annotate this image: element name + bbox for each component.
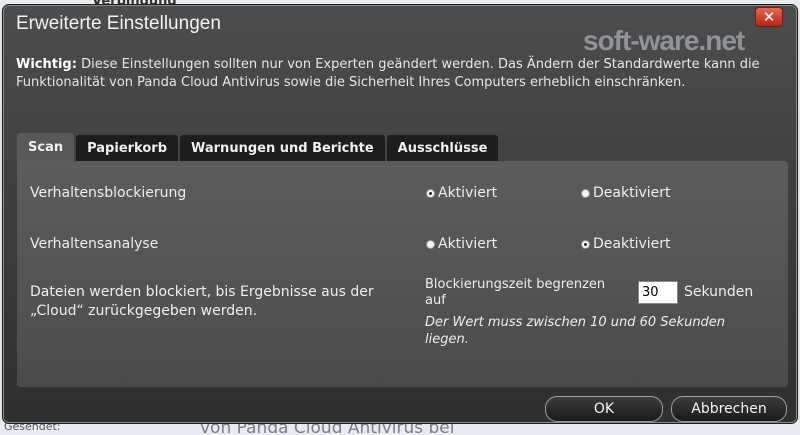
seconds-unit-label: Sekunden [684, 284, 754, 300]
radio-selected-icon [426, 188, 435, 198]
blocking-limit-label: Blockierungszeit begrenzen auf [425, 277, 606, 308]
radio-label: Aktiviert [438, 236, 498, 252]
blocking-seconds-input[interactable]: 30 [638, 281, 678, 304]
dialog-title: Erweiterte Einstellungen [16, 13, 221, 34]
behavior-analysis-on-radio[interactable]: Aktiviert [426, 236, 497, 252]
radio-selected-icon [581, 239, 590, 249]
radio-label: Deaktiviert [593, 236, 671, 252]
radio-label: Deaktiviert [593, 185, 671, 201]
ok-button[interactable]: OK [545, 396, 663, 422]
behavior-blocking-on-radio[interactable]: Aktiviert [426, 185, 497, 201]
watermark: soft-ware.net [583, 25, 745, 56]
radio-unselected-icon [426, 239, 435, 249]
close-icon: ✕ [762, 7, 776, 26]
tab-papierkorb[interactable]: Papierkorb [76, 135, 178, 161]
radio-label: Aktiviert [438, 185, 498, 201]
blocking-description: Dateien werden blockiert, bis Ergebnisse… [30, 284, 374, 319]
advanced-settings-dialog: Erweiterte Einstellungen soft-ware.net ✕… [2, 4, 798, 424]
tab-scan[interactable]: Scan [17, 133, 75, 161]
blocking-hint: Der Wert muss zwischen 10 und 60 Sekunde… [425, 315, 726, 347]
behavior-analysis-off-radio[interactable]: Deaktiviert [581, 236, 671, 252]
tab-warnungen-und-berichte[interactable]: Warnungen und Berichte [180, 135, 385, 161]
warning-message: Wichtig: Diese Einstellungen sollten nur… [16, 56, 776, 92]
warning-text: Diese Einstellungen sollten nur von Expe… [16, 57, 760, 90]
behavior-analysis-label: Verhaltensanalyse [30, 236, 159, 252]
behavior-blocking-off-radio[interactable]: Deaktiviert [581, 185, 671, 201]
close-button[interactable]: ✕ [755, 7, 783, 27]
tab-ausschluesse[interactable]: Ausschlüsse [386, 135, 499, 161]
scan-settings-panel: Verhaltensblockierung Aktiviert Deaktivi… [17, 161, 788, 387]
tab-bar: Scan Papierkorb Warnungen und Berichte A… [17, 133, 499, 161]
cancel-button[interactable]: Abbrechen [671, 396, 787, 422]
behavior-blocking-label: Verhaltensblockierung [30, 185, 187, 201]
warning-bold-label: Wichtig: [16, 57, 77, 72]
radio-unselected-icon [581, 188, 590, 198]
